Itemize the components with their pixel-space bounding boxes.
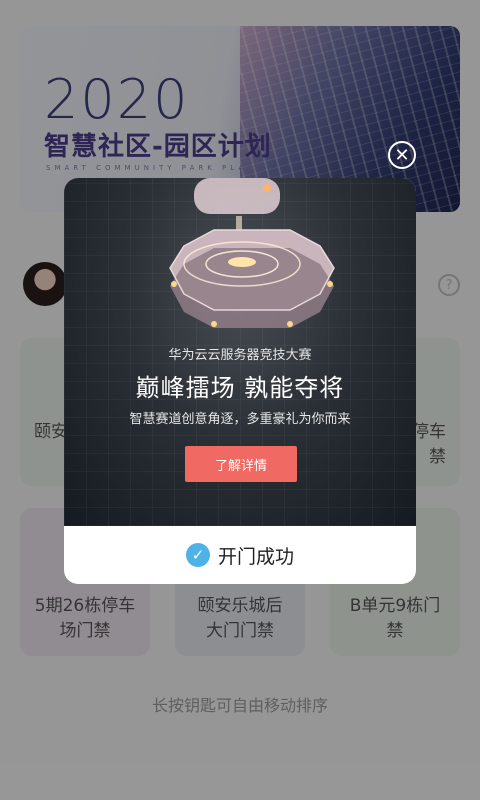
door-open-status: ✓ 开门成功 [64,526,416,584]
status-text: 开门成功 [217,545,294,568]
ad-headline: 巅峰擂场 孰能夺将 [135,374,345,402]
learn-more-button[interactable]: 了解详情 [185,446,297,482]
ad-description: 智慧赛道创意角逐，多重豪礼为你而来 [129,412,351,427]
close-icon[interactable]: ✕ [388,141,416,169]
ad-image[interactable]: 华为云云服务器竞技大赛 巅峰擂场 孰能夺将 智慧赛道创意角逐，多重豪礼为你而来 … [64,178,416,526]
check-circle-icon: ✓ [185,543,210,567]
ad-subtitle: 华为云云服务器竞技大赛 [168,348,312,363]
server-platform-illustration [169,178,335,328]
door-open-modal: 华为云云服务器竞技大赛 巅峰擂场 孰能夺将 智慧赛道创意角逐，多重豪礼为你而来 … [64,178,416,584]
